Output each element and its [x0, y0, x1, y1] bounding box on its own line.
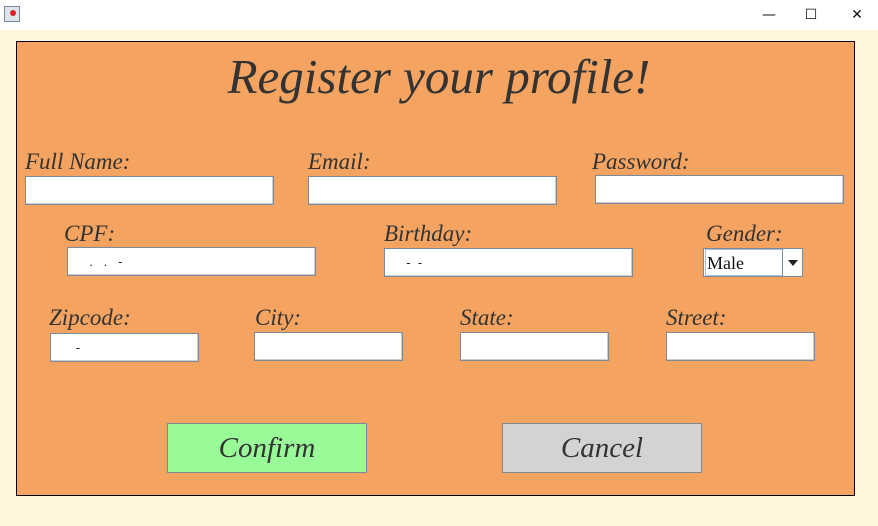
app-icon: [4, 6, 20, 22]
cancel-button[interactable]: Cancel: [502, 423, 702, 473]
street-label: Street:: [666, 305, 727, 330]
page-title: Register your profile!: [227, 49, 651, 104]
minimize-button[interactable]: —: [746, 0, 792, 30]
street-input[interactable]: [666, 332, 815, 361]
cpf-label: CPF:: [64, 221, 116, 246]
close-button[interactable]: ✕: [834, 0, 878, 30]
zipcode-label: Zipcode:: [49, 305, 131, 330]
city-input[interactable]: [254, 332, 403, 361]
title-bar: — ☐ ✕: [0, 0, 878, 30]
birthday-input[interactable]: - -: [384, 248, 633, 277]
gender-selected-value: Male: [705, 249, 783, 276]
cpf-input[interactable]: . . -: [67, 247, 316, 276]
password-input[interactable]: [595, 175, 844, 204]
maximize-button[interactable]: ☐: [788, 0, 834, 30]
state-input[interactable]: [460, 332, 609, 361]
gender-select[interactable]: Male: [703, 248, 803, 277]
email-label: Email:: [308, 149, 371, 174]
city-label: City:: [255, 305, 301, 330]
email-input[interactable]: [308, 176, 557, 205]
full-name-label: Full Name:: [25, 149, 131, 174]
zipcode-input[interactable]: -: [50, 333, 199, 362]
gender-label: Gender:: [706, 221, 783, 246]
chevron-down-icon[interactable]: [782, 249, 802, 276]
birthday-label: Birthday:: [384, 221, 473, 246]
full-name-input[interactable]: [25, 176, 274, 205]
state-label: State:: [460, 305, 514, 330]
confirm-button[interactable]: Confirm: [167, 423, 367, 473]
password-label: Password:: [592, 149, 690, 174]
